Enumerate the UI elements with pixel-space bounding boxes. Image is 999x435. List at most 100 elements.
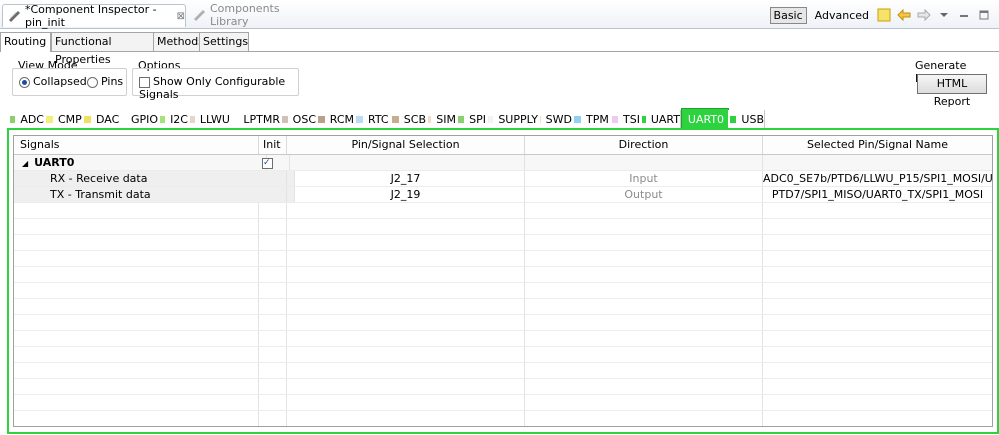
- back-arrow-icon[interactable]: [897, 8, 911, 22]
- empty-cell: [14, 219, 259, 234]
- empty-cell: [287, 219, 525, 234]
- empty-cell: [763, 411, 991, 426]
- tab-supply[interactable]: SUPPLY: [486, 110, 539, 128]
- tab-rtc[interactable]: RTC: [354, 110, 391, 128]
- basic-mode-button[interactable]: Basic: [769, 6, 807, 24]
- empty-cell: [14, 315, 259, 330]
- tab-lptmr[interactable]: LPTMR: [230, 110, 281, 128]
- table-row[interactable]: RX - Receive data J2_17 Input ADC0_SE7b/…: [14, 171, 992, 187]
- radio-label: Collapsed: [33, 75, 87, 88]
- empty-cell: [14, 235, 259, 250]
- tab-uart[interactable]: UART: [640, 110, 681, 128]
- color-swatch: [232, 115, 239, 123]
- note-icon[interactable]: [877, 8, 891, 22]
- column-header-init[interactable]: Init: [259, 136, 287, 154]
- empty-cell: [259, 395, 287, 410]
- forward-arrow-icon[interactable]: [917, 8, 931, 22]
- tab-gpio[interactable]: GPIO: [120, 110, 159, 128]
- radio-button[interactable]: [87, 76, 98, 88]
- tab-functional-properties[interactable]: Functional Properties: [51, 32, 159, 66]
- empty-cell: [14, 331, 259, 346]
- maximize-icon[interactable]: [977, 8, 991, 22]
- color-swatch: [160, 115, 166, 123]
- color-swatch: [392, 115, 399, 123]
- empty-cell: [259, 315, 287, 330]
- tab-cmp[interactable]: CMP: [44, 110, 83, 128]
- color-swatch: [612, 115, 619, 123]
- table-row[interactable]: TX - Transmit data J2_19 Output PTD7/SPI…: [14, 187, 992, 203]
- minimize-icon[interactable]: [957, 8, 971, 22]
- tab-label: LPTMR: [243, 112, 280, 126]
- tab-sim[interactable]: SIM: [426, 110, 457, 128]
- empty-cell: [287, 395, 525, 410]
- tab-tpm[interactable]: TPM: [572, 110, 611, 128]
- tab-uart0[interactable]: UART0: [681, 108, 729, 130]
- tab-llwu[interactable]: LLWU: [188, 110, 231, 128]
- tab-label: DAC: [96, 112, 120, 126]
- color-swatch: [540, 115, 541, 123]
- checkbox[interactable]: [139, 76, 150, 88]
- init-cell: [259, 171, 287, 186]
- column-header-selected-pin-signal-name[interactable]: Selected Pin/Signal Name: [763, 136, 992, 154]
- advanced-mode-button[interactable]: Advanced: [813, 8, 871, 23]
- close-icon[interactable]: ⊠: [177, 11, 185, 22]
- empty-cell: [287, 363, 525, 378]
- tab-methods[interactable]: Methods: [153, 32, 205, 51]
- radio-pins[interactable]: Pins: [87, 75, 123, 88]
- color-swatch: [730, 115, 737, 123]
- tab-dac[interactable]: DAC: [82, 110, 121, 128]
- empty-row: [14, 235, 992, 251]
- init-cell: [259, 187, 287, 202]
- tab-adc[interactable]: ADC: [8, 110, 45, 128]
- column-header-pin-signal-selection[interactable]: Pin/Signal Selection: [287, 136, 525, 154]
- empty-cell: [763, 251, 991, 266]
- show-only-configurable-checkbox[interactable]: Show Only Configurable Signals: [139, 75, 298, 101]
- empty-cell: [14, 283, 259, 298]
- pin-selection-cell[interactable]: J2_19: [287, 187, 525, 202]
- view-menu-icon[interactable]: [937, 8, 951, 22]
- tab-i2c[interactable]: I2C: [158, 110, 189, 128]
- empty-cell: [287, 299, 525, 314]
- empty-cell: [287, 315, 525, 330]
- empty-cell: [14, 347, 259, 362]
- expand-triangle-icon[interactable]: ◢: [22, 159, 28, 168]
- empty-cell: [287, 347, 525, 362]
- empty-cell: [525, 315, 763, 330]
- empty-row: [14, 347, 992, 363]
- empty-cell: [14, 299, 259, 314]
- init-cell: [259, 155, 290, 170]
- tab-swd[interactable]: SWD: [538, 110, 573, 128]
- tab-settings[interactable]: Settings: [199, 32, 249, 51]
- empty-cell: [259, 219, 287, 234]
- tab-spi[interactable]: SPI: [456, 110, 487, 128]
- pin-selection-cell[interactable]: J2_17: [287, 171, 525, 186]
- tab-rcm[interactable]: RCM: [316, 110, 355, 128]
- html-report-button[interactable]: HTML Report: [917, 74, 987, 108]
- tab-scb[interactable]: SCB: [390, 110, 427, 128]
- column-header-direction[interactable]: Direction: [525, 136, 763, 154]
- column-header-signals[interactable]: Signals: [14, 136, 259, 154]
- empty-cell: [259, 411, 287, 426]
- tab-usb[interactable]: USB: [728, 110, 765, 128]
- empty-cell: [763, 235, 991, 250]
- tab-component-inspector[interactable]: *Component Inspector - pin_init ⊠: [2, 3, 186, 29]
- table-group-row[interactable]: ◢ UART0: [14, 155, 992, 171]
- tab-osc[interactable]: OSC: [280, 110, 317, 128]
- tab-routing[interactable]: Routing: [0, 32, 51, 52]
- empty-cell: [525, 395, 763, 410]
- radio-collapsed[interactable]: Collapsed: [19, 75, 87, 88]
- tab-tsi[interactable]: TSI: [610, 110, 641, 128]
- empty-cell: [525, 411, 763, 426]
- init-checkbox[interactable]: [262, 156, 273, 170]
- editor-tab-bar: *Component Inspector - pin_init ⊠ Compon…: [0, 0, 999, 29]
- pin-cell: [287, 155, 525, 170]
- tab-label: CMP: [58, 112, 82, 126]
- empty-cell: [14, 267, 259, 282]
- empty-cell: [525, 235, 763, 250]
- tab-label: *Component Inspector - pin_init: [25, 3, 157, 29]
- direction-cell: Input: [525, 171, 763, 186]
- color-swatch: [428, 115, 432, 123]
- radio-button-selected[interactable]: [19, 76, 30, 88]
- tab-components-library[interactable]: Components Library: [188, 2, 308, 28]
- empty-row: [14, 395, 992, 411]
